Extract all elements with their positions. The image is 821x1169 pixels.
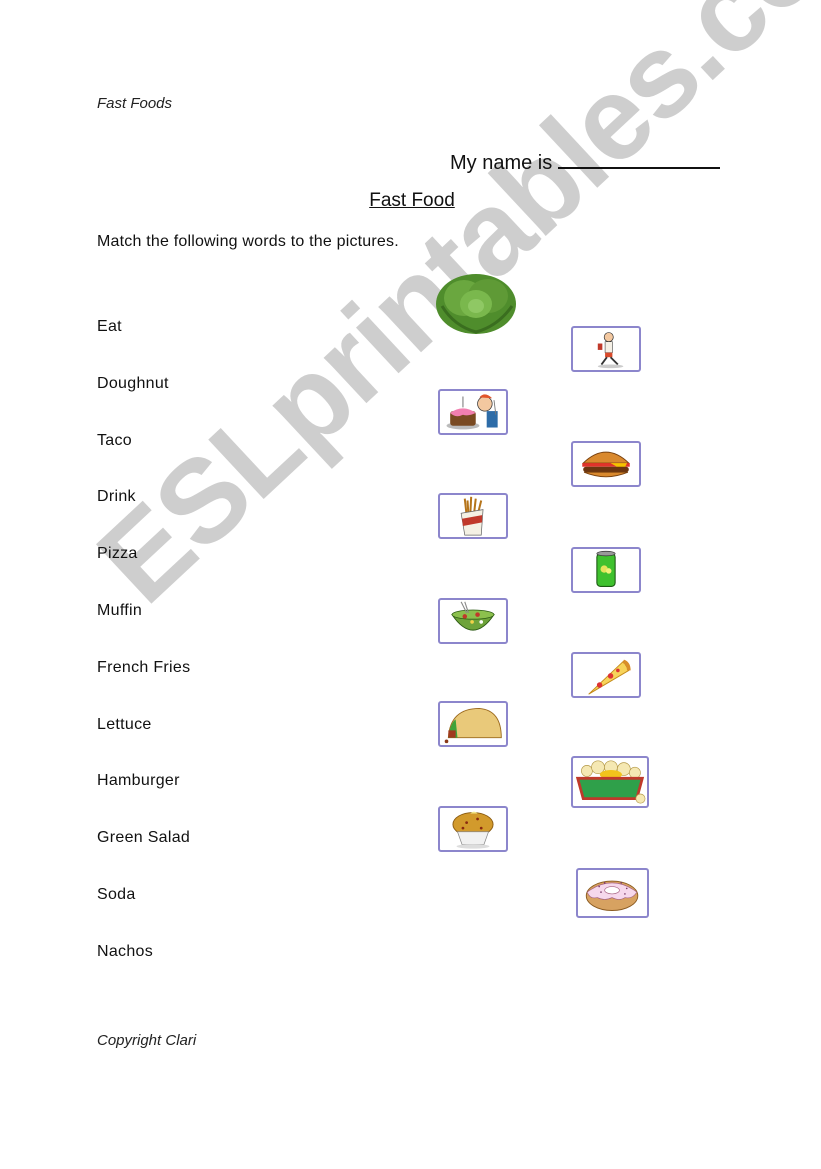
nachos-icon — [571, 756, 649, 808]
instructions: Match the following words to the picture… — [97, 233, 399, 250]
word-item: Nachos — [97, 943, 154, 960]
word-item: Hamburger — [97, 772, 180, 789]
word-item: Green Salad — [97, 829, 191, 846]
word-item: Doughnut — [97, 375, 169, 392]
soda-can-icon — [571, 547, 641, 593]
word-item: Drink — [97, 488, 136, 505]
word-item: French Fries — [97, 659, 191, 676]
lettuce-icon — [434, 266, 518, 338]
footer-note: Copyright Clari — [97, 1032, 197, 1049]
taco-icon — [438, 701, 508, 747]
header-note: Fast Foods — [97, 95, 173, 112]
name-field: My name is — [450, 147, 721, 175]
french-fries-icon — [438, 493, 508, 539]
man-eating-cake-icon — [438, 389, 508, 435]
drinking-man-icon — [571, 326, 641, 372]
page-title: Fast Food — [369, 190, 455, 211]
pizza-slice-icon — [571, 652, 641, 698]
hamburger-icon — [571, 441, 641, 487]
word-item: Muffin — [97, 602, 143, 619]
word-item: Lettuce — [97, 716, 152, 733]
word-item: Taco — [97, 432, 132, 449]
green-salad-icon — [438, 598, 508, 644]
muffin-icon — [438, 806, 508, 852]
name-blank-line[interactable] — [558, 147, 721, 169]
doughnut-icon — [576, 868, 649, 918]
word-item: Pizza — [97, 545, 138, 562]
word-item: Soda — [97, 886, 136, 903]
name-prompt: My name is — [450, 152, 553, 174]
word-item: Eat — [97, 318, 122, 335]
